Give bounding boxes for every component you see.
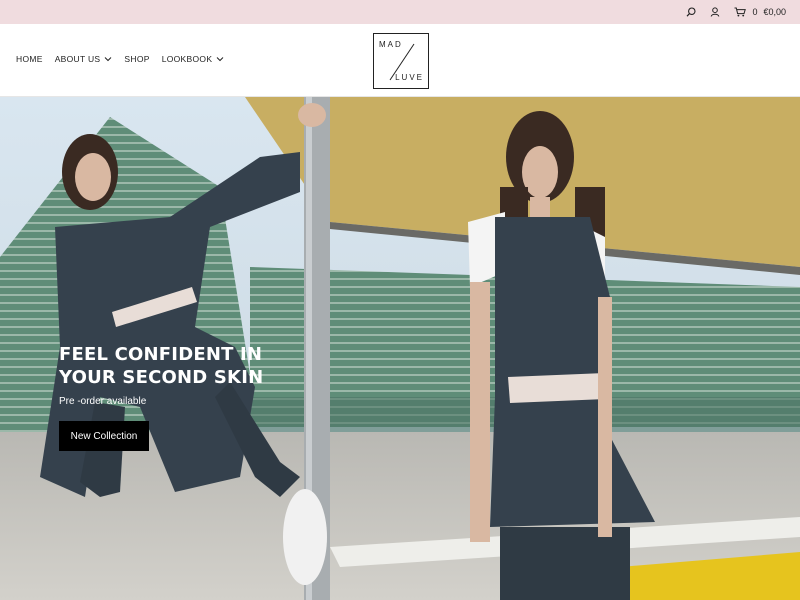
nav-item-label: ABOUT US xyxy=(54,54,101,64)
nav-item-home[interactable]: HOME xyxy=(16,54,43,64)
nav-item-label: SHOP xyxy=(124,54,150,64)
cart-button[interactable]: 0 €0,00 xyxy=(734,7,786,17)
nav-item-label: LOOKBOOK xyxy=(161,54,213,64)
logo-text-bottom: LUVE xyxy=(395,73,424,82)
chevron-down-icon xyxy=(216,54,224,64)
nav-item-label: HOME xyxy=(16,54,43,64)
nav-item-about-us[interactable]: ABOUT US xyxy=(55,54,113,64)
cart-total: €0,00 xyxy=(763,7,786,17)
cart-count: 0 xyxy=(752,7,758,17)
logo-text-top: MAD xyxy=(379,40,403,49)
site-header: HOME ABOUT US SHOP LOOKBOOK MAD LUVE xyxy=(0,24,800,97)
hero-banner: FEEL CONFIDENT IN YOUR SECOND SKIN Pre -… xyxy=(0,97,800,600)
main-nav: HOME ABOUT US SHOP LOOKBOOK xyxy=(16,54,224,64)
nav-item-lookbook[interactable]: LOOKBOOK xyxy=(162,54,225,64)
cart-icon xyxy=(734,7,747,17)
chevron-down-icon xyxy=(104,54,112,64)
nav-item-shop[interactable]: SHOP xyxy=(124,54,149,64)
search-icon[interactable] xyxy=(686,7,697,17)
hero-title: FEEL CONFIDENT IN YOUR SECOND SKIN xyxy=(59,344,264,388)
user-icon[interactable] xyxy=(710,7,720,17)
utility-bar: 0 €0,00 xyxy=(0,0,800,24)
brand-logo[interactable]: MAD LUVE xyxy=(373,33,429,89)
new-collection-button[interactable]: New Collection xyxy=(59,421,149,451)
hero-subtitle: Pre -order available xyxy=(59,396,147,407)
